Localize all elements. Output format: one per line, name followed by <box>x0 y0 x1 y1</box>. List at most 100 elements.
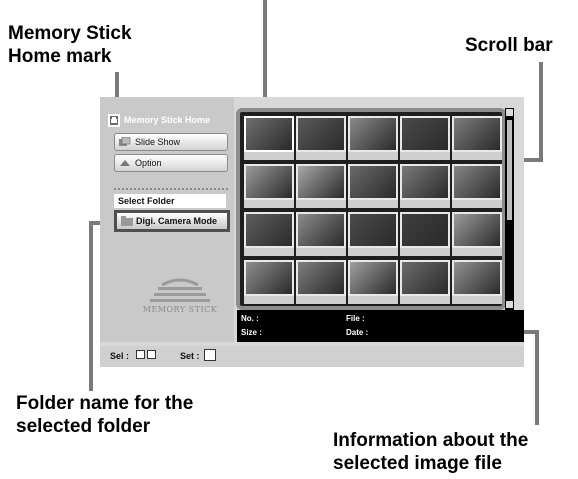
thumbnail-image <box>244 164 294 200</box>
thumbnail-15[interactable] <box>452 212 502 258</box>
thumbnail-bar <box>348 152 398 160</box>
thumbnail-bar <box>244 152 294 160</box>
thumbnail-bar <box>400 152 450 160</box>
slide-show-label: Slide Show <box>135 137 181 147</box>
thumbnail-image <box>348 212 398 248</box>
thumbnail-bar <box>348 200 398 208</box>
logo-text: MEMORY STICK <box>142 305 218 314</box>
thumbnail-image <box>296 164 346 200</box>
memory-stick-logo: MEMORY STICK <box>140 275 220 319</box>
thumbnail-image <box>296 260 346 296</box>
scroll-up-arrow[interactable] <box>506 109 513 116</box>
info-date-label: Date : <box>346 328 369 337</box>
thumbnail-16[interactable] <box>244 260 294 306</box>
thumbnail-bar <box>296 152 346 160</box>
scroll-thumb[interactable] <box>507 120 512 220</box>
thumbnail-20[interactable] <box>452 260 502 306</box>
left-pane: Memory Stick Home Slide Show Option Sele… <box>100 97 234 342</box>
memory-stick-home-icon <box>108 113 120 127</box>
thumbnail-bar <box>400 248 450 256</box>
thumbnail-13[interactable] <box>348 212 398 258</box>
thumbnail-12[interactable] <box>296 212 346 258</box>
thumbnail-image <box>296 212 346 248</box>
thumbnail-2[interactable] <box>296 116 346 162</box>
thumbnail-image <box>348 164 398 200</box>
scroll-down-arrow[interactable] <box>506 301 513 308</box>
option-button[interactable]: Option <box>114 154 228 172</box>
option-label: Option <box>135 158 162 168</box>
thumbnail-grid <box>236 108 506 310</box>
memory-stick-home[interactable]: Memory Stick Home <box>108 111 210 129</box>
thumbnail-bar <box>452 296 502 304</box>
screen: Memory Stick Home Slide Show Option Sele… <box>100 97 524 367</box>
thumbnail-bar <box>452 200 502 208</box>
thumbnail-10[interactable] <box>452 164 502 210</box>
thumbnail-4[interactable] <box>400 116 450 162</box>
thumbnail-bar <box>400 296 450 304</box>
thumbnail-image <box>400 212 450 248</box>
home-label: Memory Stick Home <box>124 115 211 125</box>
divider <box>114 188 228 190</box>
thumbnail-18[interactable] <box>348 260 398 306</box>
leader-scroll-1 <box>539 62 543 162</box>
thumbnail-image <box>244 260 294 296</box>
leader-info <box>535 333 539 425</box>
thumbnail-bar <box>400 200 450 208</box>
callout-scroll-bar: Scroll bar <box>465 35 553 56</box>
thumbnail-image <box>400 260 450 296</box>
thumbnail-14[interactable] <box>400 212 450 258</box>
thumbnail-bar <box>452 248 502 256</box>
thumbnail-image <box>452 116 502 152</box>
thumbnail-5[interactable] <box>452 116 502 162</box>
leader-top <box>263 0 267 112</box>
info-file-label: File : <box>346 314 365 323</box>
footer: Sel : Set : <box>100 346 524 367</box>
thumbnail-bar <box>244 296 294 304</box>
thumbnail-image <box>296 116 346 152</box>
set-key-icon <box>204 349 216 361</box>
thumbnail-1[interactable] <box>244 116 294 162</box>
folder-name-label: Digi. Camera Mode <box>136 216 218 226</box>
thumbnail-3[interactable] <box>348 116 398 162</box>
select-folder-label: Select Folder <box>114 194 226 208</box>
callout-folder-name: Folder name for the selected folder <box>16 393 194 437</box>
info-panel: No. : Size : File : Date : <box>237 310 524 342</box>
thumbnail-17[interactable] <box>296 260 346 306</box>
thumbnail-bar <box>348 296 398 304</box>
thumbnail-bar <box>296 200 346 208</box>
leader-folder-1 <box>89 221 93 391</box>
thumbnail-bar <box>452 152 502 160</box>
thumbnail-6[interactable] <box>244 164 294 210</box>
info-no-label: No. : <box>241 314 259 323</box>
thumbnail-image <box>452 212 502 248</box>
thumbnail-bar <box>296 248 346 256</box>
thumbnail-bar <box>348 248 398 256</box>
thumbnail-image <box>348 116 398 152</box>
option-icon <box>119 158 131 168</box>
thumbnail-image <box>400 164 450 200</box>
thumbnail-11[interactable] <box>244 212 294 258</box>
set-label: Set : <box>180 351 200 361</box>
thumbnail-image <box>244 116 294 152</box>
callout-file-info: Information about the selected image fil… <box>333 430 529 474</box>
slide-show-button[interactable]: Slide Show <box>114 133 228 151</box>
thumbnail-9[interactable] <box>400 164 450 210</box>
folder-button[interactable]: Digi. Camera Mode <box>114 210 230 232</box>
thumbnail-image <box>244 212 294 248</box>
slide-show-icon <box>119 136 131 147</box>
scroll-bar[interactable] <box>505 108 514 313</box>
thumbnail-image <box>452 164 502 200</box>
thumbnail-bar <box>296 296 346 304</box>
callout-home-mark: Memory Stick Home mark <box>8 23 132 67</box>
thumbnail-bar <box>244 200 294 208</box>
right-key-icon <box>147 350 156 359</box>
thumbnail-8[interactable] <box>348 164 398 210</box>
thumbnail-19[interactable] <box>400 260 450 306</box>
up-key-icon <box>136 350 145 359</box>
thumbnail-image <box>400 116 450 152</box>
thumbnail-7[interactable] <box>296 164 346 210</box>
info-size-label: Size : <box>241 328 262 337</box>
thumbnail-bar <box>244 248 294 256</box>
sel-label: Sel : <box>110 351 130 361</box>
thumbnail-image <box>452 260 502 296</box>
